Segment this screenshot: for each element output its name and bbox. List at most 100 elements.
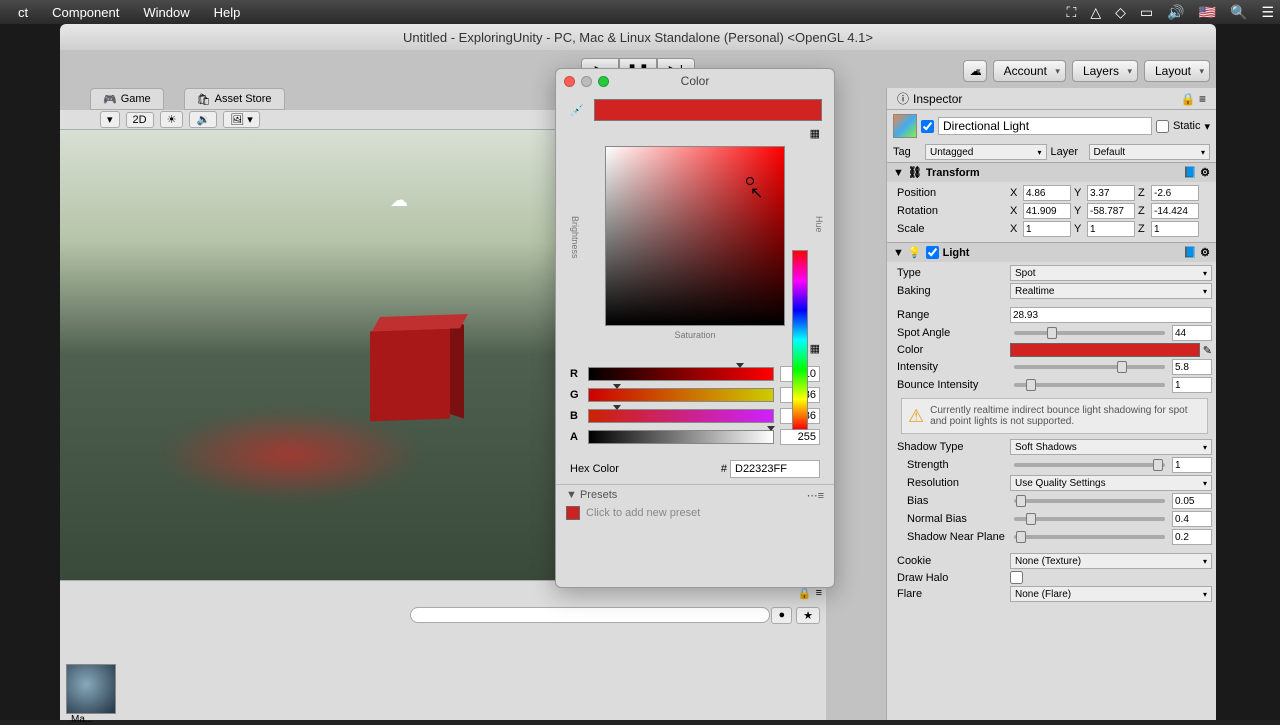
bounce-field[interactable] bbox=[1172, 377, 1212, 393]
color-picker-titlebar[interactable]: Color bbox=[556, 69, 834, 93]
nearplane-field[interactable] bbox=[1172, 529, 1212, 545]
tab-asset-store[interactable]: 🛍Asset Store bbox=[184, 88, 285, 110]
gameobject-icon[interactable] bbox=[893, 114, 917, 138]
light-header[interactable]: ▼ 💡 Light📘 ⚙ bbox=[887, 243, 1216, 262]
cookie-field[interactable]: None (Texture) bbox=[1010, 553, 1212, 569]
type-label: Type bbox=[897, 267, 1007, 279]
a-field[interactable] bbox=[780, 429, 820, 445]
g-slider[interactable] bbox=[588, 388, 774, 402]
spotangle-slider[interactable] bbox=[1014, 331, 1165, 335]
menu-help[interactable]: Help bbox=[202, 5, 253, 20]
intensity-field[interactable] bbox=[1172, 359, 1212, 375]
rot-x[interactable] bbox=[1023, 203, 1071, 219]
spotangle-field[interactable] bbox=[1172, 325, 1212, 341]
project-search[interactable] bbox=[410, 607, 770, 623]
scene-dropdown[interactable]: ▾ bbox=[100, 111, 120, 128]
layer-dropdown[interactable]: Default bbox=[1089, 144, 1211, 160]
scale-y[interactable] bbox=[1087, 221, 1135, 237]
battery-icon[interactable]: ▭ bbox=[1140, 4, 1153, 21]
help-icon[interactable]: 📘 ⚙ bbox=[1183, 166, 1210, 179]
tag-dropdown[interactable]: Untagged bbox=[925, 144, 1047, 160]
menu-icon[interactable]: ≡ bbox=[816, 587, 822, 600]
account-dropdown[interactable]: Account bbox=[993, 60, 1066, 82]
hex-field[interactable] bbox=[730, 460, 820, 478]
r-slider[interactable] bbox=[588, 367, 774, 381]
range-field[interactable] bbox=[1010, 307, 1212, 323]
rot-y[interactable] bbox=[1087, 203, 1135, 219]
minimize-icon[interactable] bbox=[581, 76, 592, 87]
cloud-button[interactable]: ☁ bbox=[963, 60, 987, 82]
b-slider[interactable] bbox=[588, 409, 774, 423]
pos-y[interactable] bbox=[1087, 185, 1135, 201]
audio-icon[interactable]: 🔉 bbox=[189, 111, 217, 128]
layers-dropdown[interactable]: Layers bbox=[1072, 60, 1138, 82]
drawhalo-checkbox[interactable] bbox=[1010, 571, 1023, 584]
intensity-slider[interactable] bbox=[1014, 365, 1165, 369]
normalbias-field[interactable] bbox=[1172, 511, 1212, 527]
scale-z[interactable] bbox=[1151, 221, 1199, 237]
eyedropper-icon[interactable]: ✎ bbox=[1203, 344, 1212, 357]
add-preset[interactable]: Click to add new preset bbox=[586, 507, 700, 519]
static-dropdown-icon[interactable]: ▾ bbox=[1204, 120, 1210, 133]
scale-x[interactable] bbox=[1023, 221, 1071, 237]
lock-icon[interactable]: 🔒 bbox=[798, 587, 812, 600]
light-enabled[interactable] bbox=[926, 246, 939, 259]
palette-icon[interactable]: ▦ bbox=[810, 128, 820, 140]
shadowtype-dropdown[interactable]: Soft Shadows bbox=[1010, 439, 1212, 455]
lighting-icon[interactable]: ☀ bbox=[160, 111, 184, 128]
sv-ring[interactable] bbox=[746, 177, 754, 185]
strength-field[interactable] bbox=[1172, 457, 1212, 473]
object-name-field[interactable] bbox=[938, 117, 1152, 135]
nearplane-slider[interactable] bbox=[1014, 535, 1165, 539]
palette-icon[interactable]: ▦ bbox=[810, 343, 820, 355]
tab-inspector[interactable]: ⓘInspector🔒 ≡ bbox=[887, 88, 1216, 110]
type-dropdown[interactable]: Spot bbox=[1010, 265, 1212, 281]
eyedropper-icon[interactable]: 💉 bbox=[568, 101, 586, 119]
resolution-dropdown[interactable]: Use Quality Settings bbox=[1010, 475, 1212, 491]
hue-slider[interactable] bbox=[792, 250, 808, 430]
close-icon[interactable] bbox=[564, 76, 575, 87]
star-icon[interactable]: ★ bbox=[796, 607, 820, 624]
static-checkbox[interactable] bbox=[1156, 120, 1169, 133]
rot-z[interactable] bbox=[1151, 203, 1199, 219]
bounce-slider[interactable] bbox=[1014, 383, 1165, 387]
pos-z[interactable] bbox=[1151, 185, 1199, 201]
zoom-icon[interactable] bbox=[598, 76, 609, 87]
flare-field[interactable]: None (Flare) bbox=[1010, 586, 1212, 602]
menu-ct[interactable]: ct bbox=[6, 5, 40, 20]
bias-slider[interactable] bbox=[1014, 499, 1165, 503]
scale-label: Scale bbox=[897, 223, 1007, 235]
filter-icon[interactable]: ● bbox=[771, 607, 792, 624]
fx-icon[interactable]: 🖼 ▾ bbox=[223, 111, 260, 128]
tab-game[interactable]: 🎮Game bbox=[90, 88, 164, 110]
screenshot-icon[interactable]: ⛶ bbox=[1067, 4, 1077, 21]
lock-icon[interactable]: 🔒 ≡ bbox=[1181, 92, 1206, 106]
store-icon: 🛍 bbox=[197, 93, 211, 106]
menu-window[interactable]: Window bbox=[131, 5, 201, 20]
preset-swatch[interactable] bbox=[566, 506, 580, 520]
drive-icon[interactable]: △ bbox=[1090, 4, 1101, 21]
saturation-value-box[interactable] bbox=[605, 146, 785, 326]
baking-dropdown[interactable]: Realtime bbox=[1010, 283, 1212, 299]
flag-icon[interactable]: 🇺🇸 bbox=[1199, 4, 1216, 21]
a-slider[interactable] bbox=[588, 430, 774, 444]
normalbias-slider[interactable] bbox=[1014, 517, 1165, 521]
menu-component[interactable]: Component bbox=[40, 5, 131, 20]
btn-2d[interactable]: 2D bbox=[126, 112, 154, 128]
menu-list-icon[interactable]: ☰ bbox=[1261, 4, 1274, 21]
pos-x[interactable] bbox=[1023, 185, 1071, 201]
presets-menu-icon[interactable]: ⋯≡ bbox=[807, 489, 824, 502]
layout-dropdown[interactable]: Layout bbox=[1144, 60, 1210, 82]
bias-field[interactable] bbox=[1172, 493, 1212, 509]
help-icon[interactable]: 📘 ⚙ bbox=[1183, 246, 1210, 259]
wifi-icon[interactable]: ◇ bbox=[1115, 4, 1126, 21]
volume-icon[interactable]: 🔊 bbox=[1167, 4, 1184, 21]
color-field[interactable] bbox=[1010, 343, 1200, 357]
asset-thumbnail[interactable]: Ma... bbox=[66, 664, 116, 714]
scene-cube[interactable] bbox=[370, 329, 450, 422]
transform-header[interactable]: ▼ ⛓ Transform📘 ⚙ bbox=[887, 163, 1216, 182]
presets-header[interactable]: ▼ Presets⋯≡ bbox=[566, 489, 824, 502]
spotlight-icon[interactable]: 🔍 bbox=[1230, 4, 1247, 21]
strength-slider[interactable] bbox=[1014, 463, 1165, 467]
active-checkbox[interactable] bbox=[921, 120, 934, 133]
